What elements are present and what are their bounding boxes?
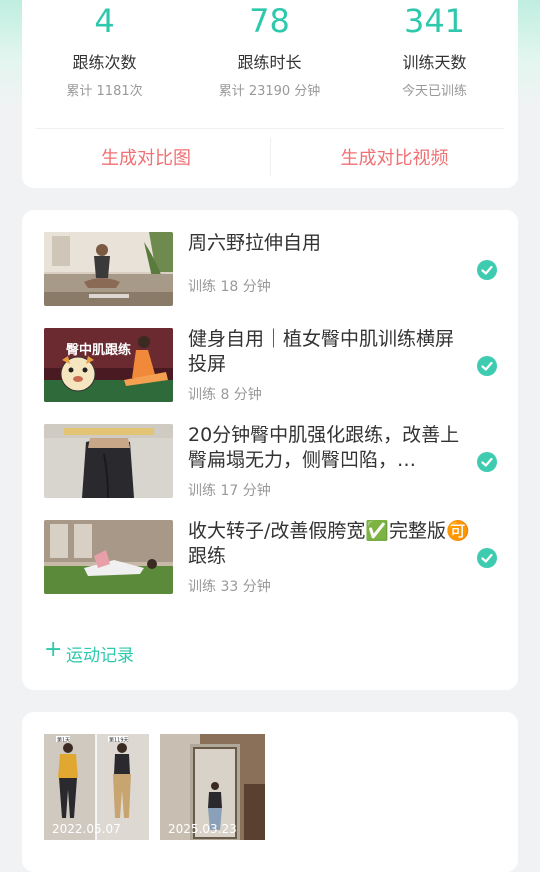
workout-title: 周六野拉伸自用 bbox=[188, 232, 322, 254]
check-circle-icon bbox=[477, 452, 497, 472]
workout-item[interactable]: 20分钟臀中肌强化跟练，改善上臀扁塌无力，侧臀凹陷，… 训练 17 分钟 bbox=[22, 424, 518, 520]
workout-duration: 训练 17 分钟 bbox=[188, 483, 271, 499]
workout-item[interactable]: 臀中肌跟练 健身自用｜植女臀中肌训练横屏投屏 训练 8 分钟 bbox=[22, 328, 518, 424]
workout-thumbnail: 臀中肌跟练 bbox=[44, 328, 173, 402]
stat-value: 341 bbox=[403, 2, 466, 40]
workout-duration: 训练 33 分钟 bbox=[188, 579, 271, 595]
divider bbox=[36, 128, 504, 129]
thumbnail-overlay-text: 臀中肌跟练 bbox=[66, 343, 132, 358]
stat-value: 4 bbox=[94, 2, 115, 40]
workout-title: 20分钟臀中肌强化跟练，改善上臀扁塌无力，侧臀凹陷，… bbox=[188, 424, 460, 471]
workout-title: 健身自用｜植女臀中肌训练横屏投屏 bbox=[188, 328, 455, 375]
day-badge: 第1天 bbox=[57, 736, 70, 743]
workout-duration: 训练 18 分钟 bbox=[188, 279, 271, 295]
workout-duration: 训练 8 分钟 bbox=[188, 387, 262, 403]
generate-compare-video-button[interactable]: 生成对比视频 bbox=[271, 144, 518, 170]
photo-date: 2025.03.23 bbox=[168, 822, 237, 836]
add-record-label: 运动记录 bbox=[66, 646, 134, 666]
workout-thumbnail bbox=[44, 424, 173, 498]
workout-thumbnail bbox=[44, 232, 173, 306]
stat-label: 跟练时长 bbox=[237, 53, 302, 72]
workout-item[interactable]: 收大转子/改善假胯宽✅完整版🉑跟练 训练 33 分钟 bbox=[22, 520, 518, 616]
progress-photo[interactable]: 第1天 第119天 2022.05.07 bbox=[44, 734, 149, 840]
check-circle-icon bbox=[477, 548, 497, 568]
stat-value: 78 bbox=[249, 2, 290, 40]
stat-sub: 累计 1181次 bbox=[66, 84, 143, 99]
progress-photo[interactable]: 2025.03.23 bbox=[160, 734, 265, 840]
workout-title: 收大转子/改善假胯宽✅完整版🉑跟练 bbox=[188, 520, 470, 567]
stat-label: 跟练次数 bbox=[72, 53, 137, 72]
workout-item[interactable]: 周六野拉伸自用 训练 18 分钟 bbox=[22, 232, 518, 328]
photo-date: 2022.05.07 bbox=[52, 822, 121, 836]
workout-list-card: 周六野拉伸自用 训练 18 分钟 臀中肌跟练 健身自用｜植女臀中肌训练横屏投屏 … bbox=[22, 210, 518, 690]
plus-icon: + bbox=[44, 637, 63, 662]
progress-photos-card: 第1天 第119天 2022.05.07 2025.03.23 bbox=[22, 712, 518, 872]
workout-thumbnail bbox=[44, 520, 173, 594]
check-circle-icon bbox=[477, 260, 497, 280]
stat-sub: 累计 23190 分钟 bbox=[218, 84, 321, 99]
check-circle-icon bbox=[477, 356, 497, 376]
stat-sub: 今天已训练 bbox=[401, 84, 467, 99]
stat-label: 训练天数 bbox=[402, 53, 467, 72]
generate-compare-image-button[interactable]: 生成对比图 bbox=[22, 144, 270, 170]
day-badge: 第119天 bbox=[109, 736, 129, 743]
stats-card: 4 跟练次数 累计 1181次 78 跟练时长 累计 23190 分钟 341 … bbox=[22, 0, 518, 188]
